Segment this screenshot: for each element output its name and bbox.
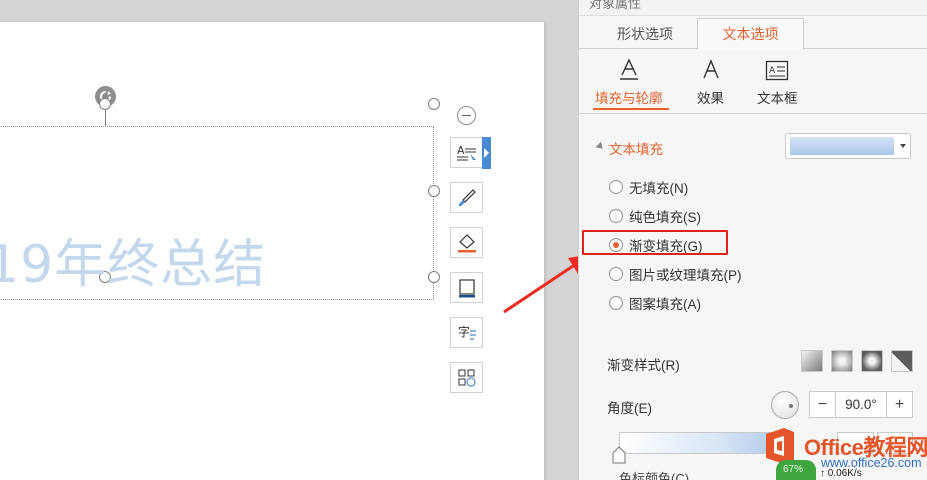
gradient-style-label: 渐变样式(R): [607, 358, 680, 373]
network-percent: 67%: [783, 464, 804, 475]
text-style-icon: A: [456, 144, 476, 160]
angle-increase-button[interactable]: +: [886, 392, 912, 417]
fill-bucket-icon: [457, 233, 476, 252]
border-icon: [458, 278, 475, 297]
radio-solid-fill-control[interactable]: [609, 209, 623, 223]
panel-title-strip: 对象属性: [579, 0, 927, 16]
svg-text:A: A: [769, 66, 776, 76]
collapse-icon[interactable]: [457, 106, 476, 125]
text-wrap-button[interactable]: 字: [450, 317, 483, 348]
text-box-icon: A: [766, 60, 789, 81]
text-wrap-icon: 字: [458, 324, 476, 340]
text-fill-outline-icon: [619, 58, 638, 80]
angle-stepper[interactable]: − 90.0° +: [809, 391, 913, 418]
subtabs: 填充与轮廓 效果 A 文本框: [579, 52, 927, 114]
radio-no-fill[interactable]: 无填充(N): [609, 177, 688, 197]
radio-no-fill-label: 无填充(N): [629, 181, 689, 196]
gradient-swatch: [790, 137, 894, 155]
gradient-style-path[interactable]: [891, 350, 913, 372]
subtab-fill-outline[interactable]: 填充与轮廓: [595, 56, 663, 107]
text-effect-icon: [702, 59, 719, 79]
resize-handle-right[interactable]: [428, 185, 440, 197]
text-style-button[interactable]: A: [450, 137, 483, 168]
gradient-stop-handle-icon[interactable]: [612, 446, 626, 464]
radio-solid-fill[interactable]: 纯色填充(S): [609, 206, 701, 226]
collapse-triangle-icon: [595, 141, 606, 152]
radio-picture-fill-label: 图片或纹理填充(P): [629, 268, 742, 283]
text-fill-section-title: 文本填充: [609, 142, 663, 157]
layout-button[interactable]: [450, 362, 483, 393]
network-monitor-badge[interactable]: 67%: [776, 460, 816, 480]
stop-color-label: 色标颜色(C): [619, 471, 690, 480]
subtab-fill-outline-label: 填充与轮廓: [595, 91, 663, 106]
gradient-style-linear[interactable]: [801, 350, 823, 372]
fill-button[interactable]: [450, 227, 483, 258]
radio-picture-fill-control[interactable]: [609, 267, 623, 281]
border-button[interactable]: [450, 272, 483, 303]
radio-pattern-fill-label: 图案填充(A): [629, 297, 701, 312]
radio-picture-fill[interactable]: 图片或纹理填充(P): [609, 264, 742, 284]
resize-handle-top[interactable]: [99, 98, 111, 110]
layout-icon: [458, 369, 476, 387]
tab-text-options[interactable]: 文本选项: [697, 18, 804, 50]
gradient-style-radial[interactable]: [831, 350, 853, 372]
angle-value[interactable]: 90.0°: [836, 397, 886, 412]
radio-pattern-fill-control[interactable]: [609, 296, 623, 310]
brush-icon: [458, 188, 476, 206]
radio-pattern-fill[interactable]: 图案填充(A): [609, 293, 701, 313]
panel-title: 对象属性: [589, 0, 642, 11]
resize-handle-top-right[interactable]: [428, 98, 440, 110]
resize-handle-bottom-right[interactable]: [428, 271, 440, 283]
network-speed: ↑ 0.06K/s: [820, 468, 862, 479]
gradient-style-rectangular[interactable]: [861, 350, 883, 372]
radio-no-fill-control[interactable]: [609, 180, 623, 194]
svg-text:字: 字: [458, 324, 470, 339]
angle-label: 角度(E): [607, 401, 652, 416]
subtab-text-box[interactable]: A 文本框: [757, 56, 798, 107]
properties-panel: 对象属性 形状选项 文本选项 填充与轮廓 效果 A 文本框 文本填充 无填充(N…: [578, 0, 927, 480]
option-tabs: 形状选项 文本选项: [579, 17, 927, 50]
active-subtab-indicator: [593, 108, 669, 110]
tab-shape-options[interactable]: 形状选项: [591, 18, 699, 50]
text-fill-section-header[interactable]: 文本填充: [595, 138, 663, 158]
svg-text:A: A: [457, 144, 465, 157]
brush-button[interactable]: [450, 182, 483, 213]
radio-solid-fill-label: 纯色填充(S): [629, 210, 701, 225]
subtab-text-box-label: 文本框: [757, 91, 798, 106]
gradient-preset-dropdown[interactable]: [785, 133, 911, 159]
toolbar-expand-icon[interactable]: [482, 137, 491, 169]
angle-dial[interactable]: [771, 391, 799, 419]
subtab-effects[interactable]: 效果: [697, 56, 724, 107]
subtab-effects-label: 效果: [697, 91, 724, 106]
highlight-box: [582, 230, 728, 255]
slide-title-text[interactable]: 19年终总结: [0, 222, 266, 297]
angle-decrease-button[interactable]: −: [810, 392, 836, 417]
chevron-down-icon: [900, 144, 906, 148]
